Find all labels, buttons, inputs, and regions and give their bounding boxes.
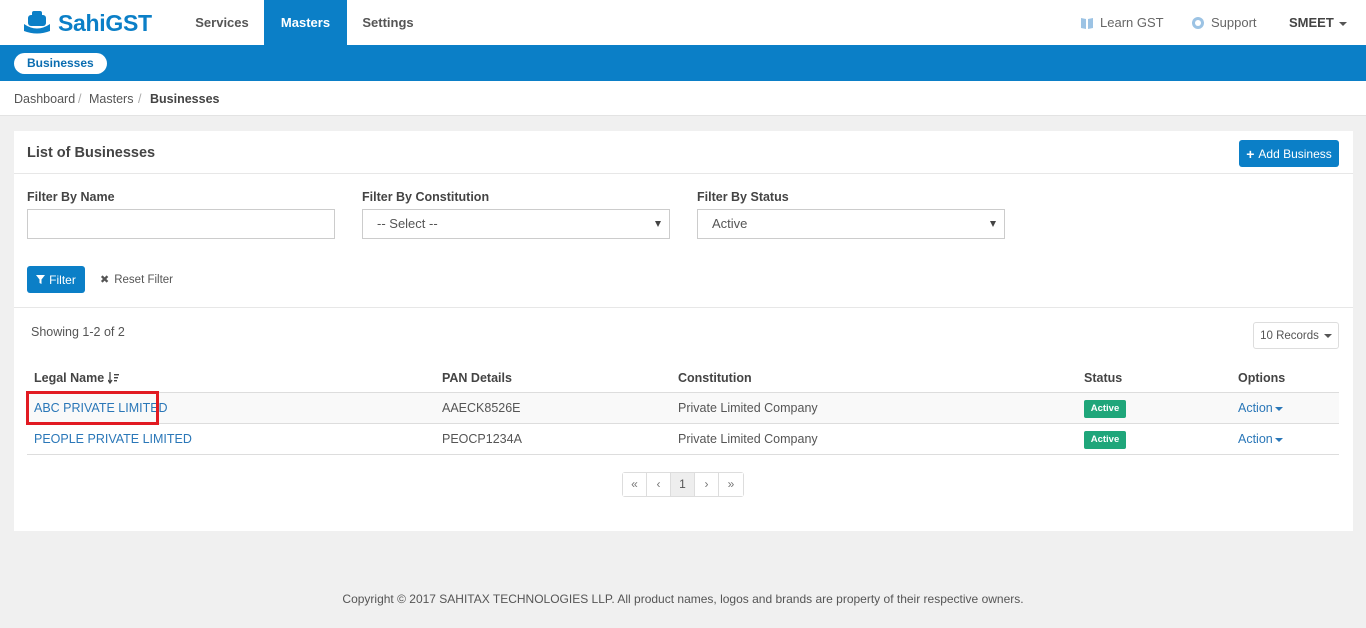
sub-navbar: Businesses	[0, 45, 1366, 81]
pagination-next[interactable]: ›	[695, 473, 719, 496]
table-row: PEOPLE PRIVATE LIMITED PEOCP1234A Privat…	[27, 424, 1339, 455]
brand-logo[interactable]: SahiGST	[22, 8, 152, 38]
column-header-status: Status	[1084, 371, 1123, 385]
add-business-label: Add Business	[1258, 146, 1332, 161]
status-badge: Active	[1084, 431, 1126, 449]
column-header-legal-name[interactable]: Legal Name	[34, 371, 120, 385]
chevron-down-icon	[1323, 333, 1332, 338]
page-title: List of Businesses	[27, 145, 156, 161]
pan-cell: PEOCP1234A	[442, 432, 522, 446]
support-label: Support	[1211, 14, 1257, 30]
records-label: 10 Records	[1260, 329, 1319, 342]
support-icon	[1192, 16, 1204, 29]
businesses-panel: List of Businesses + Add Business Filter…	[14, 131, 1353, 531]
reset-filter-label: Reset Filter	[114, 273, 174, 286]
breadcrumb-separator: /	[78, 92, 82, 106]
action-label: Action	[1238, 401, 1273, 415]
chevron-down-icon	[655, 221, 661, 227]
filter-name-input[interactable]	[27, 209, 335, 239]
brand-name: SahiGST	[58, 9, 152, 36]
pan-cell: AAECK8526E	[442, 401, 521, 415]
close-icon: ✖	[100, 274, 110, 286]
highlight-box	[26, 391, 159, 425]
learn-gst-label: Learn GST	[1100, 14, 1164, 30]
nav-support[interactable]: Support	[1191, 0, 1257, 45]
legal-name-link[interactable]: PEOPLE PRIVATE LIMITED	[34, 432, 192, 446]
chevron-down-icon	[990, 221, 996, 227]
filter-button[interactable]: Filter	[27, 266, 85, 293]
breadcrumb: Dashboard / Masters / Businesses	[0, 81, 1366, 116]
showing-count: Showing 1-2 of 2	[31, 325, 125, 339]
chevron-down-icon	[1274, 406, 1283, 411]
pagination: « ‹ 1 › »	[622, 472, 744, 497]
nav-settings[interactable]: Settings	[347, 0, 429, 45]
sort-icon	[108, 372, 120, 384]
pagination-page[interactable]: 1	[671, 473, 695, 496]
filter-status-label: Filter By Status	[697, 190, 789, 204]
add-business-button[interactable]: + Add Business	[1239, 140, 1339, 167]
divider	[14, 307, 1353, 308]
user-menu[interactable]: SMEET	[1289, 0, 1347, 45]
action-dropdown[interactable]: Action	[1238, 401, 1283, 415]
constitution-cell: Private Limited Company	[678, 401, 818, 415]
plus-icon: +	[1246, 145, 1255, 162]
filter-constitution-select[interactable]: -- Select --	[362, 209, 670, 239]
breadcrumb-masters[interactable]: Masters	[89, 92, 133, 106]
column-header-constitution: Constitution	[678, 371, 752, 385]
panel-header: List of Businesses + Add Business	[14, 131, 1353, 174]
logo-icon	[24, 11, 50, 34]
tab-businesses[interactable]: Businesses	[14, 53, 107, 74]
column-header-options: Options	[1238, 371, 1286, 385]
pagination-last[interactable]: »	[719, 473, 743, 496]
constitution-cell: Private Limited Company	[678, 432, 818, 446]
table-row: ABC PRIVATE LIMITED AAECK8526E Private L…	[27, 393, 1339, 424]
top-navbar: SahiGST Services Masters Settings Learn …	[0, 0, 1366, 45]
chevron-down-icon	[1274, 437, 1283, 442]
breadcrumb-dashboard[interactable]: Dashboard	[14, 92, 75, 106]
nav-learn-gst[interactable]: Learn GST	[1080, 0, 1164, 45]
breadcrumb-separator: /	[138, 92, 142, 106]
pagination-first[interactable]: «	[623, 473, 647, 496]
filter-name-label: Filter By Name	[27, 190, 115, 204]
footer-copyright: Copyright © 2017 SAHITAX TECHNOLOGIES LL…	[342, 592, 1024, 606]
action-label: Action	[1238, 432, 1273, 446]
nav-services[interactable]: Services	[180, 0, 264, 45]
funnel-icon	[36, 275, 46, 284]
pagination-prev[interactable]: ‹	[647, 473, 671, 496]
filter-label: Filter	[49, 272, 76, 287]
column-header-pan: PAN Details	[442, 371, 512, 385]
user-name: SMEET	[1289, 15, 1334, 30]
chevron-down-icon	[1338, 21, 1347, 26]
filter-constitution-label: Filter By Constitution	[362, 190, 490, 204]
reset-filter-button[interactable]: ✖ Reset Filter	[100, 273, 174, 287]
status-badge: Active	[1084, 400, 1126, 418]
book-icon	[1081, 17, 1093, 29]
records-per-page-dropdown[interactable]: 10 Records	[1253, 322, 1339, 349]
constitution-selected-value: -- Select --	[377, 216, 438, 231]
action-dropdown[interactable]: Action	[1238, 432, 1283, 446]
breadcrumb-businesses: Businesses	[150, 92, 220, 106]
status-selected-value: Active	[712, 216, 748, 231]
column-header-label: Legal Name	[34, 371, 105, 385]
filter-status-select[interactable]: Active	[697, 209, 1005, 239]
nav-masters[interactable]: Masters	[264, 0, 347, 45]
